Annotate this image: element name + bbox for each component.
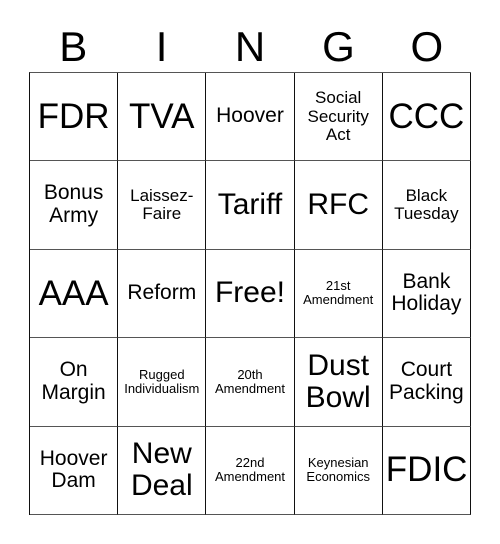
bingo-cell-label: FDIC — [385, 450, 468, 490]
bingo-cell-r1c4[interactable]: Social Security Act — [294, 73, 383, 162]
bingo-cell-label: Social Security Act — [307, 88, 369, 144]
bingo-cell-r3c1[interactable]: AAA — [30, 249, 119, 339]
bingo-cell-label: Laissez-Faire — [130, 185, 194, 224]
bingo-cell-label: 20th Amendment — [214, 366, 286, 396]
bingo-cell-r2c4[interactable]: RFC — [294, 161, 383, 250]
bingo-cell-label: 21st Amendment — [303, 278, 374, 308]
bingo-cell-r4c3[interactable]: 20th Amendment — [206, 338, 295, 427]
bingo-cell-label: AAA — [38, 273, 109, 313]
bingo-cell-r5c4[interactable]: Keynesian Economics — [294, 426, 383, 515]
bingo-grid: FDR TVA Hoover Social Security Act CCC B… — [29, 72, 471, 515]
bingo-cell-r4c2[interactable]: Rugged Individualism — [118, 338, 207, 427]
bingo-header-letter-b: B — [59, 23, 88, 70]
bingo-header-letter-o: O — [410, 23, 444, 70]
bingo-cell-label: Dust Bowl — [305, 348, 371, 414]
bingo-cell-label: RFC — [307, 187, 370, 221]
bingo-cell-r4c4[interactable]: Dust Bowl — [294, 338, 383, 427]
bingo-header-letter-i: I — [155, 23, 168, 70]
bingo-cell-label: 22nd Amendment — [214, 455, 286, 485]
bingo-card: B I N G O FDR TVA Hoover Social Security… — [0, 0, 500, 544]
bingo-cell-r1c5[interactable]: CCC — [382, 73, 471, 162]
bingo-cell-label: Rugged Individualism — [124, 366, 200, 396]
bingo-cell-r5c5[interactable]: FDIC — [382, 426, 471, 515]
bingo-cell-label: On Margin — [41, 358, 106, 404]
bingo-cell-r5c2[interactable]: New Deal — [118, 426, 207, 515]
bingo-cell-label: Reform — [127, 281, 197, 305]
bingo-cell-r3c2[interactable]: Reform — [118, 249, 207, 339]
bingo-cell-r2c3[interactable]: Tariff — [206, 161, 295, 250]
bingo-header-letter-n: N — [234, 23, 266, 70]
bingo-cell-label: Tariff — [217, 187, 283, 221]
bingo-cell-label: Bank Holiday — [391, 269, 462, 316]
bingo-cell-label: New Deal — [130, 436, 193, 503]
bingo-header-letter-g: G — [322, 23, 355, 70]
bingo-cell-label: CCC — [388, 96, 465, 136]
bingo-cell-label: Keynesian Economics — [306, 455, 370, 485]
bingo-cell-r1c2[interactable]: TVA — [118, 73, 207, 162]
bingo-cell-r1c1[interactable]: FDR — [30, 73, 119, 162]
bingo-cell-label: Bonus Army — [43, 181, 104, 228]
bingo-cell-r5c3[interactable]: 22nd Amendment — [206, 426, 295, 515]
bingo-cell-free-space[interactable]: Free! — [206, 249, 295, 339]
bingo-cell-r4c1[interactable]: On Margin — [30, 338, 119, 427]
bingo-cell-r5c1[interactable]: Hoover Dam — [30, 426, 119, 515]
bingo-cell-r3c5[interactable]: Bank Holiday — [382, 249, 471, 339]
bingo-cell-label: Court Packing — [389, 358, 464, 404]
bingo-cell-r1c3[interactable]: Hoover — [206, 73, 295, 162]
bingo-cell-label: Hoover — [216, 104, 284, 128]
bingo-cell-r3c4[interactable]: 21st Amendment — [294, 249, 383, 339]
bingo-cell-label: Hoover Dam — [39, 446, 108, 493]
bingo-cell-r2c2[interactable]: Laissez-Faire — [118, 161, 207, 250]
bingo-cell-label: TVA — [129, 96, 195, 136]
bingo-header-row: B I N G O — [29, 22, 471, 72]
bingo-cell-r2c1[interactable]: Bonus Army — [30, 161, 119, 250]
bingo-cell-r4c5[interactable]: Court Packing — [382, 338, 471, 427]
bingo-cell-r2c5[interactable]: Black Tuesday — [382, 161, 471, 250]
bingo-cell-label: Black Tuesday — [394, 185, 459, 224]
bingo-free-space-label: Free! — [214, 276, 285, 310]
bingo-cell-label: FDR — [37, 96, 110, 136]
